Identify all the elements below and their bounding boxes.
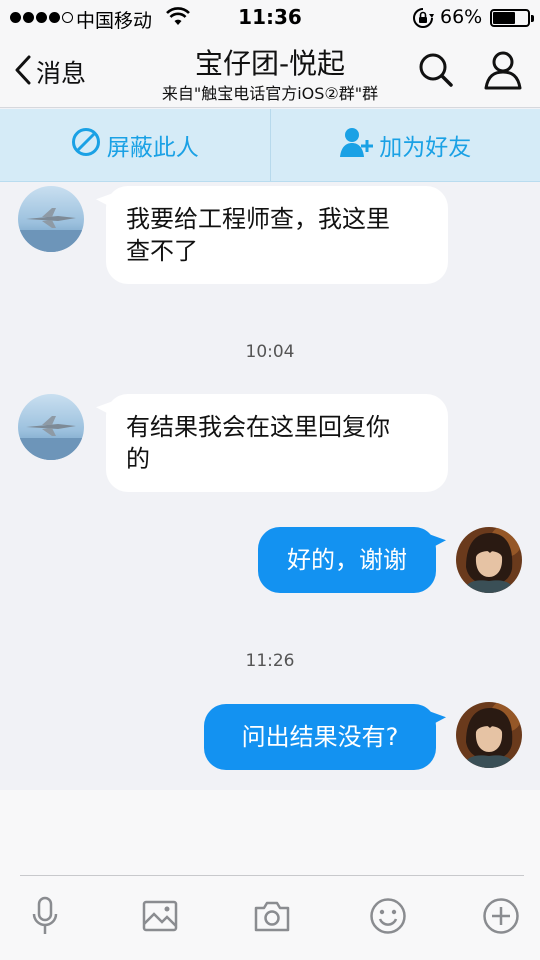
emoji-button[interactable] [366,896,410,940]
add-friend-button[interactable]: 加为好友 [271,109,540,181]
battery-icon [490,9,534,27]
block-icon [71,127,101,163]
message-text-line: 的 [126,445,150,473]
sender-avatar[interactable] [18,186,84,252]
battery-percentage: 66% [440,6,483,28]
image-icon [142,900,178,936]
back-label: 消息 [36,59,87,88]
add-friend-label: 加为好友 [379,135,472,161]
message-text-line: 查不了 [126,237,198,265]
input-toolbar [0,896,540,940]
message-bubble-incoming[interactable]: 我要给工程师查，我这里 查不了 [106,186,448,284]
user-icon [484,51,522,94]
add-user-icon [339,126,374,164]
wifi-icon [166,7,190,32]
carrier-name: 中国移动 [76,10,153,32]
microphone-icon [30,896,60,940]
timestamp: 10:04 [245,342,295,362]
back-button[interactable]: 消息 [14,50,86,94]
message-text: 问出结果没有? [241,723,399,751]
message-text: 好的，谢谢 [287,546,407,574]
message-input-underline[interactable] [20,875,524,876]
plus-icon [482,897,520,939]
chevron-left-icon [14,55,32,89]
status-bar: 中国移动 11:36 66% [0,0,540,36]
more-button[interactable] [479,896,523,940]
my-avatar[interactable] [456,527,522,593]
timestamp: 11:26 [245,651,295,671]
block-user-button[interactable]: 屏蔽此人 [0,109,270,181]
nav-bar: 消息 宝仔团-悦起 来自"触宝电话官方iOS②群"群 [0,36,540,108]
action-bar: 屏蔽此人 加为好友 [0,109,540,182]
camera-icon [254,900,290,936]
my-avatar[interactable] [456,702,522,768]
chat-area[interactable]: 我要给工程师查，我这里 查不了 10:04 有结果我会在这里回复你 的 好的，谢… [0,182,540,790]
message-text-line: 有结果我会在这里回复你 [126,413,390,441]
orientation-lock-icon [412,7,434,34]
emoji-icon [369,897,407,939]
message-bubble-outgoing[interactable]: 问出结果没有? [204,704,436,770]
signal-strength-icon [10,12,73,23]
message-bubble-outgoing[interactable]: 好的，谢谢 [258,527,436,593]
photo-album-button[interactable] [138,896,182,940]
camera-button[interactable] [250,896,294,940]
profile-button[interactable] [484,50,522,94]
message-text-line: 我要给工程师查，我这里 [126,205,390,233]
message-bubble-incoming[interactable]: 有结果我会在这里回复你 的 [106,394,448,492]
search-button[interactable] [418,52,454,92]
block-user-label: 屏蔽此人 [106,135,199,161]
search-icon [418,53,454,92]
sender-avatar[interactable] [18,394,84,460]
voice-button[interactable] [23,896,67,940]
